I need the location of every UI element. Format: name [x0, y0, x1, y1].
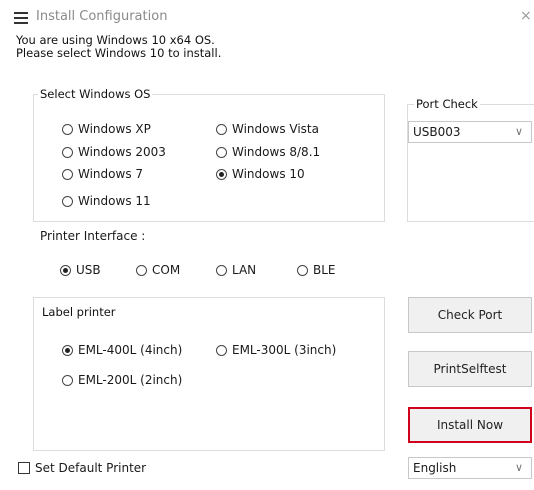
- chevron-down-icon: ∨: [514, 125, 523, 138]
- radio-windows-7[interactable]: Windows 7: [62, 167, 143, 181]
- radio-windows-11[interactable]: Windows 11: [62, 194, 151, 208]
- radio-label: Windows 10: [232, 167, 305, 181]
- set-default-printer-label: Set Default Printer: [35, 461, 147, 475]
- port-select-value: USB003: [413, 125, 461, 139]
- radio-usb[interactable]: USB: [60, 263, 101, 277]
- language-select[interactable]: English ∨: [408, 457, 532, 479]
- radio-windows-10[interactable]: Windows 10: [216, 167, 305, 181]
- radio-label: USB: [76, 263, 101, 277]
- windows-os-legend: Select Windows OS: [38, 87, 153, 101]
- language-select-value: English: [413, 461, 457, 475]
- radio-circle: [216, 146, 227, 158]
- radio-circle: [62, 123, 73, 135]
- radio-circle: [216, 264, 227, 276]
- radio-circle: [62, 168, 73, 180]
- radio-label: Windows 11: [78, 194, 151, 208]
- radio-circle: [216, 344, 227, 356]
- radio-label: LAN: [232, 263, 257, 277]
- radio-label: Windows XP: [78, 122, 151, 136]
- radio-label: EML-200L (2inch): [78, 373, 183, 387]
- radio-circle: [297, 264, 308, 276]
- label-printer-legend: Label printer: [40, 305, 118, 319]
- radio-windows-vista[interactable]: Windows Vista: [216, 122, 319, 136]
- radio-circle: [62, 195, 73, 207]
- install-now-button[interactable]: Install Now: [408, 407, 532, 443]
- window-title: Install Configuration: [36, 9, 168, 24]
- radio-label: EML-400L (4inch): [78, 343, 183, 357]
- port-select[interactable]: USB003 ∨: [408, 121, 532, 143]
- radio-label: Windows 8/8.1: [232, 145, 321, 159]
- app-menu-icon: [14, 12, 28, 24]
- radio-circle: [136, 264, 147, 276]
- print-selftest-button[interactable]: PrintSelftest: [408, 351, 532, 387]
- radio-label: Windows Vista: [232, 122, 319, 136]
- radio-lan[interactable]: LAN: [216, 263, 256, 277]
- radio-circle-selected: [62, 344, 73, 356]
- radio-com[interactable]: COM: [136, 263, 180, 277]
- radio-windows-8[interactable]: Windows 8/8.1: [216, 145, 320, 159]
- close-icon[interactable]: ×: [520, 8, 532, 24]
- checkbox-box: [18, 462, 30, 474]
- radio-circle: [216, 123, 227, 135]
- printer-interface-label: Printer Interface :: [40, 229, 146, 243]
- radio-circle: [62, 374, 73, 386]
- check-port-button[interactable]: Check Port: [408, 297, 532, 333]
- radio-circle-selected: [216, 168, 227, 180]
- radio-label: Windows 7: [78, 167, 144, 181]
- radio-label: BLE: [313, 263, 336, 277]
- radio-ble[interactable]: BLE: [297, 263, 336, 277]
- set-default-printer-checkbox[interactable]: Set Default Printer: [18, 461, 146, 475]
- radio-eml-300l[interactable]: EML-300L (3inch): [216, 343, 336, 357]
- radio-windows-2003[interactable]: Windows 2003: [62, 145, 166, 159]
- radio-circle-selected: [60, 264, 71, 276]
- radio-eml-400l[interactable]: EML-400L (4inch): [62, 343, 182, 357]
- radio-label: EML-300L (3inch): [232, 343, 337, 357]
- os-info-line1: You are using Windows 10 x64 OS.: [16, 33, 215, 47]
- radio-eml-200l[interactable]: EML-200L (2inch): [62, 373, 182, 387]
- os-info-line2: Please select Windows 10 to install.: [16, 46, 222, 60]
- chevron-down-icon: ∨: [514, 461, 523, 474]
- radio-windows-xp[interactable]: Windows XP: [62, 122, 151, 136]
- radio-circle: [62, 146, 73, 158]
- radio-label: COM: [152, 263, 181, 277]
- port-check-legend: Port Check: [414, 97, 480, 111]
- radio-label: Windows 2003: [78, 145, 166, 159]
